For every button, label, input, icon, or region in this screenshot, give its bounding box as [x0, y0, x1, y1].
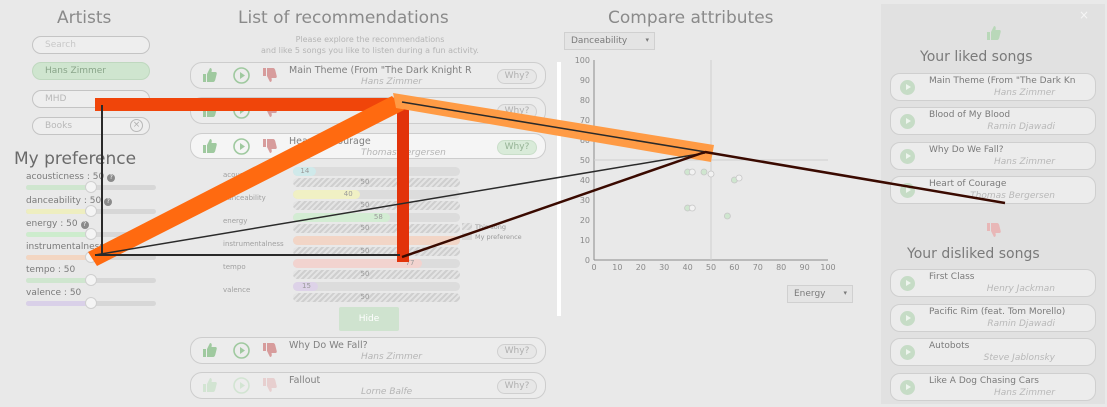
- song-title: First Class: [929, 272, 975, 282]
- song-artist: Henry Jackman: [986, 284, 1055, 294]
- data-point[interactable]: [735, 174, 743, 182]
- data-point[interactable]: [688, 204, 696, 212]
- liked-song-card[interactable]: Main Theme (From "The Dark Kn Hans Zimmer: [890, 73, 1096, 101]
- y-tick-label: 90: [580, 76, 590, 85]
- y-tick-label: 60: [580, 136, 590, 145]
- play-icon[interactable]: [900, 114, 915, 129]
- play-icon[interactable]: [900, 311, 915, 326]
- data-point[interactable]: [688, 168, 696, 176]
- thumbs-down-icon: [987, 223, 1001, 237]
- song-title: Pacific Rim (feat. Tom Morello): [929, 307, 1066, 317]
- play-icon[interactable]: [900, 80, 915, 95]
- play-icon[interactable]: [900, 380, 915, 395]
- song-artist: Hans Zimmer: [994, 157, 1055, 167]
- disliked-song-card[interactable]: Pacific Rim (feat. Tom Morello) Ramin Dja…: [890, 304, 1096, 332]
- play-icon[interactable]: [900, 276, 915, 291]
- disliked-song-card[interactable]: Autobots Steve Jablonsky: [890, 338, 1096, 366]
- liked-song-card[interactable]: Why Do We Fall? Hans Zimmer: [890, 142, 1096, 170]
- song-title: Main Theme (From "The Dark Kn: [929, 76, 1076, 86]
- song-artist: Ramin Djawadi: [987, 122, 1055, 132]
- y-tick-label: 20: [580, 216, 590, 225]
- x-tick-label: 90: [800, 263, 810, 272]
- y-tick-label: 50: [580, 156, 590, 165]
- data-point[interactable]: [700, 168, 708, 176]
- close-icon[interactable]: ×: [1079, 8, 1089, 22]
- y-tick-label: 30: [580, 196, 590, 205]
- y-tick-label: 70: [580, 116, 590, 125]
- x-tick-label: 20: [636, 263, 646, 272]
- y-tick-label: 40: [580, 176, 590, 185]
- song-artist: Hans Zimmer: [994, 88, 1055, 98]
- x-tick-label: 40: [683, 263, 693, 272]
- x-tick-label: 30: [659, 263, 669, 272]
- song-title: Autobots: [929, 341, 970, 351]
- song-artist: Steve Jablonsky: [983, 353, 1055, 363]
- liked-title: Your liked songs: [920, 49, 1033, 65]
- song-artist: Thomas Bergersen: [970, 191, 1055, 201]
- y-tick-label: 100: [575, 56, 590, 65]
- y-tick-label: 80: [580, 96, 590, 105]
- song-artist: Ramin Djawadi: [987, 319, 1055, 329]
- data-point[interactable]: [723, 212, 731, 220]
- song-title: Heart of Courage: [929, 179, 1007, 189]
- x-tick-label: 50: [706, 263, 716, 272]
- y-tick-label: 0: [585, 256, 590, 265]
- song-title: Like A Dog Chasing Cars: [929, 376, 1039, 386]
- liked-song-card[interactable]: Heart of Courage Thomas Bergersen: [890, 176, 1096, 204]
- thumbs-up-icon: [987, 26, 1001, 40]
- disliked-song-card[interactable]: Like A Dog Chasing Cars Hans Zimmer: [890, 373, 1096, 401]
- x-tick-label: 0: [591, 263, 596, 272]
- song-title: Blood of My Blood: [929, 110, 1011, 120]
- song-artist: Hans Zimmer: [994, 388, 1055, 398]
- y-tick-label: 10: [580, 236, 590, 245]
- disliked-title: Your disliked songs: [907, 246, 1040, 262]
- song-title: Why Do We Fall?: [929, 145, 1004, 155]
- disliked-song-card[interactable]: First Class Henry Jackman: [890, 269, 1096, 297]
- liked-song-card[interactable]: Blood of My Blood Ramin Djawadi: [890, 107, 1096, 135]
- x-tick-label: 100: [820, 263, 835, 272]
- play-icon[interactable]: [900, 149, 915, 164]
- play-icon[interactable]: [900, 183, 915, 198]
- x-tick-label: 80: [776, 263, 786, 272]
- play-icon[interactable]: [900, 345, 915, 360]
- x-tick-label: 70: [753, 263, 763, 272]
- data-point[interactable]: [707, 170, 715, 178]
- x-tick-label: 60: [729, 263, 739, 272]
- x-tick-label: 10: [612, 263, 622, 272]
